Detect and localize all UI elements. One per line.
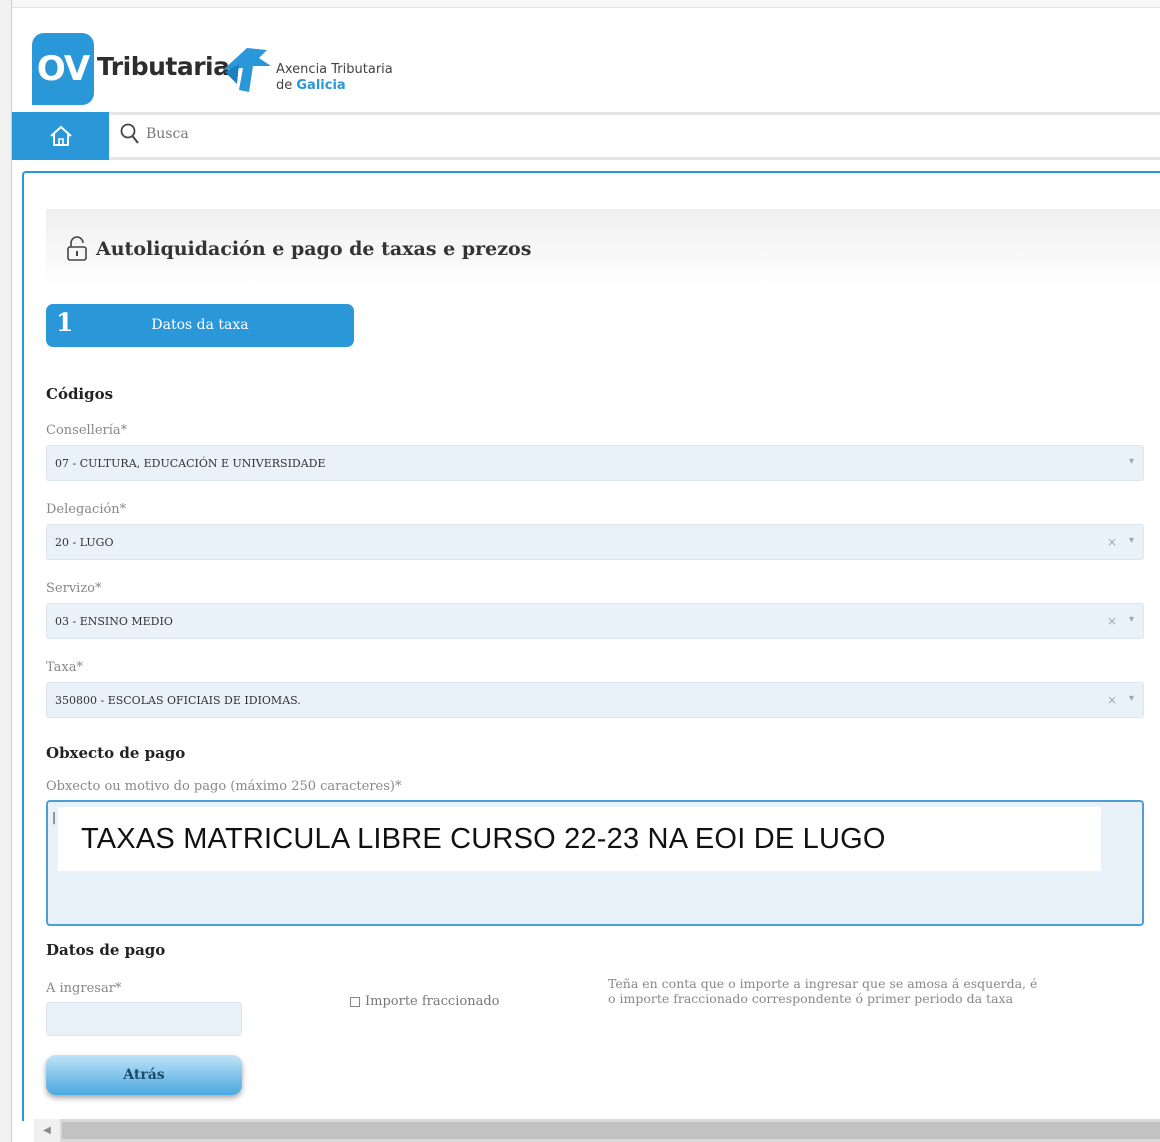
search-box[interactable] <box>120 119 440 149</box>
chevron-down-icon[interactable]: ▾ <box>1129 456 1134 467</box>
servizo-label: Servizo* <box>46 581 102 596</box>
main-panel: Autoliquidación e pago de taxas e prezos… <box>22 171 1160 1121</box>
agency-emblem-icon <box>223 48 271 92</box>
section-title-datos-pago: Datos de pago <box>46 941 166 959</box>
chevron-down-icon[interactable]: ▾ <box>1129 693 1134 704</box>
amount-label: A ingresar* <box>46 981 122 996</box>
back-button[interactable]: Atrás <box>46 1055 242 1095</box>
clear-icon[interactable]: × <box>1107 614 1117 628</box>
chevron-down-icon[interactable]: ▾ <box>1129 535 1134 546</box>
clear-icon[interactable]: × <box>1107 693 1117 707</box>
search-input[interactable] <box>146 126 426 142</box>
conselleria-select[interactable]: 07 - CULTURA, EDUCACIÓN E UNIVERSIDADE ▾ <box>46 445 1144 481</box>
ov-logo[interactable]: OV <box>32 33 94 105</box>
conselleria-value: 07 - CULTURA, EDUCACIÓN E UNIVERSIDADE <box>55 457 326 470</box>
obxecto-label: Obxecto ou motivo do pago (máximo 250 ca… <box>46 779 402 794</box>
obxecto-value: TAXAS MATRICULA LIBRE CURSO 22-23 NA EOI… <box>81 822 886 855</box>
window-left-edge <box>0 0 12 1142</box>
unlock-icon <box>67 236 87 261</box>
section-title-codigos: Códigos <box>46 385 114 403</box>
fraction-option[interactable]: Importe fraccionado <box>350 994 499 1009</box>
chevron-down-icon[interactable]: ▾ <box>1129 614 1134 625</box>
obxecto-text-overlay: TAXAS MATRICULA LIBRE CURSO 22-23 NA EOI… <box>58 807 1101 871</box>
section-title-obxecto: Obxecto de pago <box>46 744 186 762</box>
payment-note: Teña en conta que o importe a ingresar q… <box>608 976 1038 1006</box>
agency-de: de <box>276 78 297 93</box>
taxa-value: 350800 - ESCOLAS OFICIAIS DE IDIOMAS. <box>55 694 301 707</box>
fraction-checkbox[interactable] <box>350 996 360 1007</box>
agency-name-line1: Axencia Tributaria <box>276 62 393 77</box>
servizo-select[interactable]: 03 - ENSINO MEDIO × ▾ <box>46 603 1144 639</box>
scrollbar-thumb[interactable] <box>62 1122 1160 1139</box>
scroll-left-icon[interactable]: ◀ <box>34 1119 60 1142</box>
obxecto-textarea[interactable]: | TAXAS MATRICULA LIBRE CURSO 22-23 NA E… <box>46 800 1144 926</box>
delegacion-label: Delegación* <box>46 502 127 517</box>
delegacion-value: 20 - LUGO <box>55 536 114 549</box>
delegacion-select[interactable]: 20 - LUGO × ▾ <box>46 524 1144 560</box>
taxa-label: Taxa* <box>46 660 83 675</box>
window-top-edge <box>12 0 1160 8</box>
home-button[interactable] <box>12 112 109 160</box>
taxa-select[interactable]: 350800 - ESCOLAS OFICIAIS DE IDIOMAS. × … <box>46 682 1144 718</box>
servizo-value: 03 - ENSINO MEDIO <box>55 615 173 628</box>
nav-bar <box>12 112 1160 160</box>
text-caret: | <box>52 810 57 824</box>
fraction-label: Importe fraccionado <box>365 994 500 1009</box>
site-header: OV Tributaria Axencia Tributaria de Gali… <box>12 8 1160 112</box>
home-icon <box>49 125 72 146</box>
page-header: Autoliquidación e pago de taxas e prezos <box>46 209 1160 289</box>
amount-input[interactable] <box>46 1002 242 1036</box>
step-tab-datos-taxa[interactable]: 1 Datos da taxa <box>46 304 354 347</box>
conselleria-label: Consellería* <box>46 423 128 438</box>
agency-name-line2: de Galicia <box>276 78 346 93</box>
step-label: Datos da taxa <box>151 317 249 333</box>
horizontal-scrollbar[interactable]: ◀ <box>34 1119 1160 1142</box>
search-icon[interactable] <box>120 123 140 145</box>
agency-galicia: Galicia <box>296 78 346 93</box>
logo-wordmark[interactable]: Tributaria <box>97 52 230 81</box>
clear-icon[interactable]: × <box>1107 535 1117 549</box>
page-title: Autoliquidación e pago de taxas e prezos <box>96 238 532 260</box>
